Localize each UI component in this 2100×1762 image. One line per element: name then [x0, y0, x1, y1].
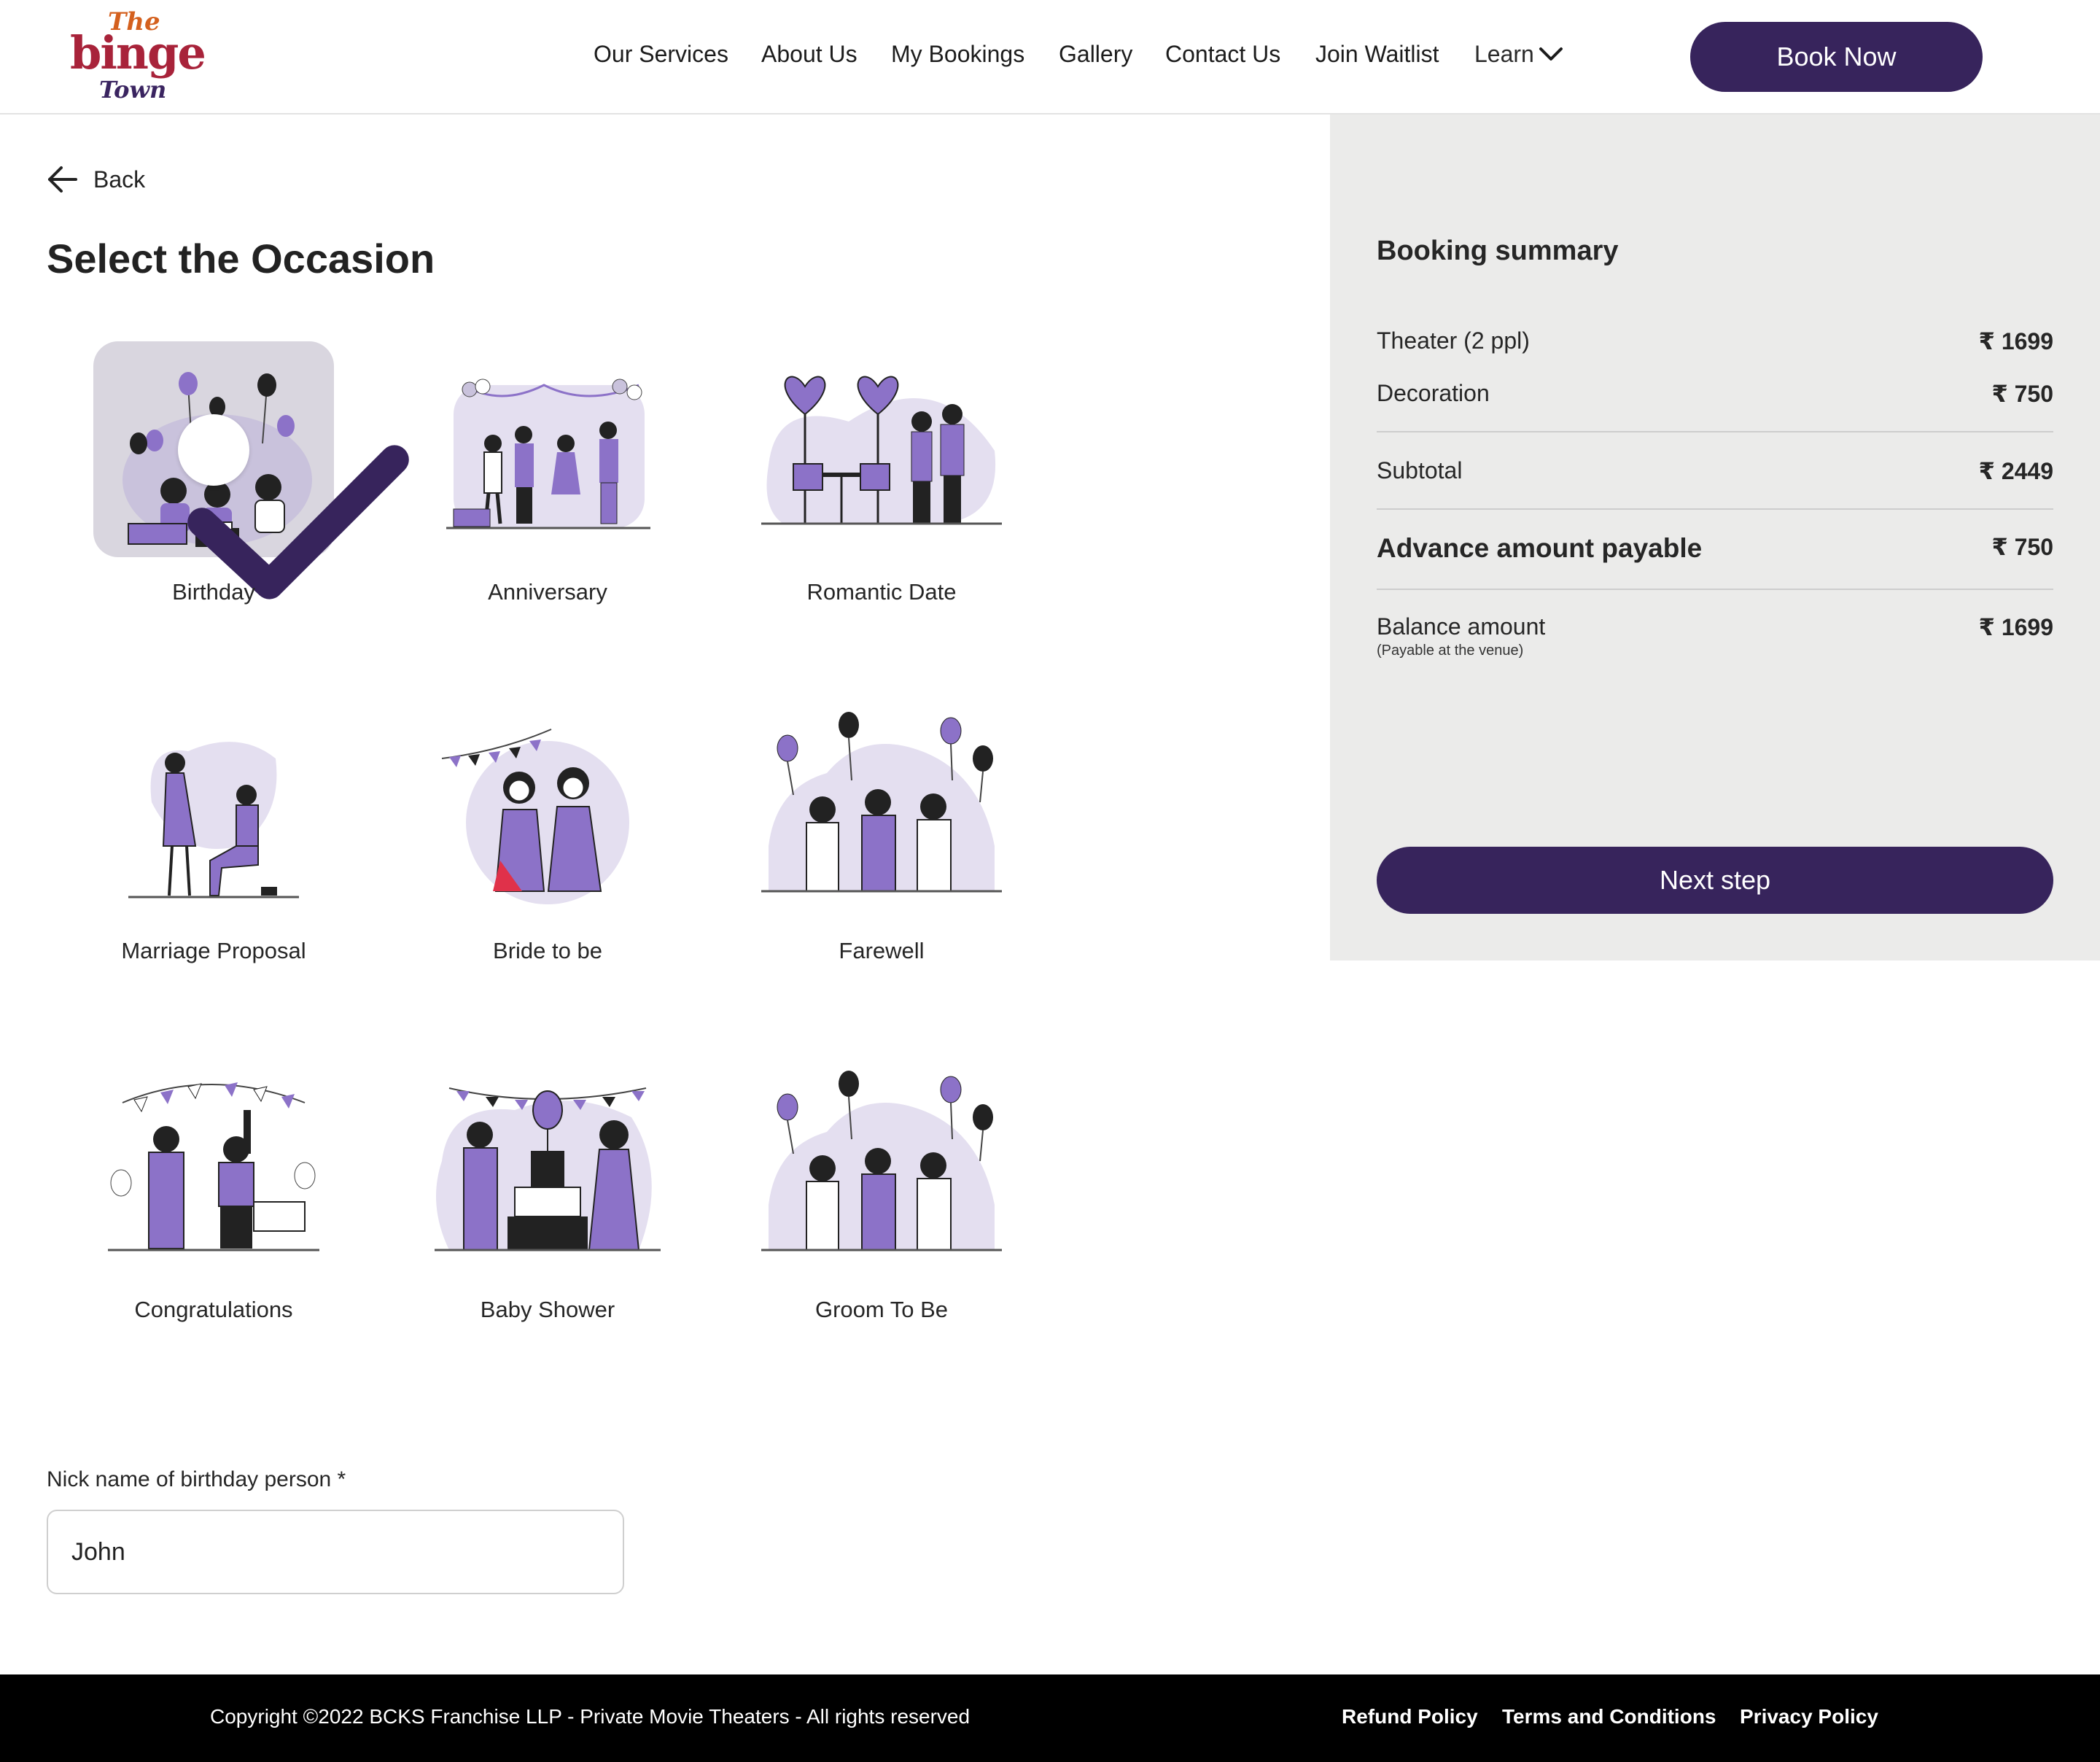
nav-my-bookings[interactable]: My Bookings — [891, 41, 1024, 68]
occasion-tile — [427, 1059, 668, 1275]
occasion-tile — [93, 1059, 334, 1275]
occasion-bride-to-be[interactable]: Bride to be — [427, 700, 668, 985]
summary-row-advance: Advance amount payable ₹ 750 — [1377, 533, 2053, 570]
summary-divider — [1377, 589, 2053, 590]
occasion-label: Congratulations — [134, 1297, 293, 1322]
summary-divider — [1377, 431, 2053, 432]
occasion-anniversary[interactable]: Anniversary — [427, 341, 668, 626]
summary-label: Decoration — [1377, 380, 1490, 406]
privacy-policy-link[interactable]: Privacy Policy — [1740, 1705, 1878, 1728]
summary-row-decoration: Decoration ₹ 750 — [1377, 380, 2053, 416]
summary-value: ₹ 1699 — [1978, 328, 2053, 354]
back-label: Back — [93, 166, 146, 193]
nav-learn[interactable]: Learn — [1474, 41, 1534, 68]
occasion-tile — [427, 700, 668, 916]
occasion-baby-shower[interactable]: Baby Shower — [427, 1059, 668, 1343]
occasion-tile — [427, 341, 668, 557]
summary-value: ₹ 750 — [1991, 534, 2053, 560]
occasion-tile — [761, 1059, 1002, 1275]
occasion-label: Anniversary — [488, 579, 607, 605]
page-title: Select the Occasion — [47, 236, 435, 282]
occasion-farewell[interactable]: Farewell — [761, 700, 1002, 985]
nickname-label: Nick name of birthday person * — [47, 1467, 346, 1491]
summary-value: ₹ 1699 — [1978, 614, 2053, 640]
summary-value: ₹ 2449 — [1978, 458, 2053, 484]
occasion-label: Romantic Date — [806, 579, 957, 605]
summary-row-subtotal: Subtotal ₹ 2449 — [1377, 457, 2053, 494]
summary-divider — [1377, 508, 2053, 510]
nickname-input[interactable] — [47, 1510, 624, 1594]
next-step-button[interactable]: Next step — [1377, 847, 2053, 914]
terms-and-conditions-link[interactable]: Terms and Conditions — [1502, 1705, 1716, 1728]
book-now-button[interactable]: Book Now — [1690, 22, 1983, 92]
occasion-romantic-date[interactable]: Romantic Date — [761, 341, 1002, 626]
nav-join-waitlist[interactable]: Join Waitlist — [1315, 41, 1439, 68]
summary-label: Subtotal — [1377, 457, 1463, 484]
summary-label: Theater (2 ppl) — [1377, 327, 1530, 354]
site-footer: Copyright ©2022 BCKS Franchise LLP - Pri… — [0, 1674, 2100, 1762]
occasion-label: Bride to be — [493, 938, 602, 963]
occasion-label: Farewell — [839, 938, 925, 963]
occasion-tile — [93, 341, 409, 599]
congratulations-illustration — [108, 1082, 319, 1251]
copyright-text: Copyright ©2022 BCKS Franchise LLP - Pri… — [210, 1705, 971, 1728]
occasion-groom-to-be[interactable]: Groom To Be — [761, 1059, 1002, 1343]
occasion-label: Groom To Be — [814, 1297, 949, 1322]
occasion-birthday[interactable]: Birthday — [93, 341, 409, 626]
brand-logo[interactable]: The binge Town — [70, 7, 206, 109]
summary-label: Advance amount payable — [1377, 533, 1703, 563]
site-header: The binge Town Our Services About Us My … — [0, 0, 2100, 115]
selected-check-badge — [178, 414, 409, 599]
occasion-label: Marriage Proposal — [121, 938, 306, 963]
occasion-label: Birthday — [172, 579, 255, 605]
occasion-label: Baby Shower — [480, 1297, 615, 1322]
summary-label: Balance amount — [1377, 613, 1546, 640]
anniversary-illustration — [446, 379, 650, 529]
nav-about-us[interactable]: About Us — [761, 41, 858, 68]
chevron-down-icon[interactable] — [1539, 44, 1563, 64]
baby-shower-illustration — [435, 1087, 661, 1251]
groom-to-be-illustration — [761, 1071, 1002, 1251]
nav-contact-us[interactable]: Contact Us — [1165, 41, 1280, 68]
marriage-proposal-illustration — [128, 742, 299, 899]
occasion-tile — [93, 700, 334, 916]
occasion-tile — [761, 700, 1002, 916]
summary-row-theater: Theater (2 ppl) ₹ 1699 — [1377, 327, 2053, 364]
logo-text-town: Town — [99, 76, 167, 104]
farewell-illustration — [761, 712, 1002, 893]
refund-policy-link[interactable]: Refund Policy — [1342, 1705, 1478, 1728]
arrow-left-icon — [48, 166, 77, 193]
romantic-date-illustration — [761, 376, 1002, 525]
nav-gallery[interactable]: Gallery — [1059, 41, 1132, 68]
nav-our-services[interactable]: Our Services — [594, 41, 728, 68]
summary-title: Booking summary — [1377, 236, 1619, 266]
occasion-congratulations[interactable]: Congratulations — [93, 1059, 334, 1343]
occasion-marriage-proposal[interactable]: Marriage Proposal — [93, 700, 334, 985]
bride-to-be-illustration — [441, 729, 629, 904]
summary-value: ₹ 750 — [1991, 381, 2053, 407]
balance-note: (Payable at the venue) — [1377, 643, 1524, 659]
booking-summary-panel: Booking summary Theater (2 ppl) ₹ 1699 D… — [1330, 115, 2100, 960]
occasion-tile — [761, 341, 1002, 557]
logo-text-binge: binge — [70, 26, 206, 79]
